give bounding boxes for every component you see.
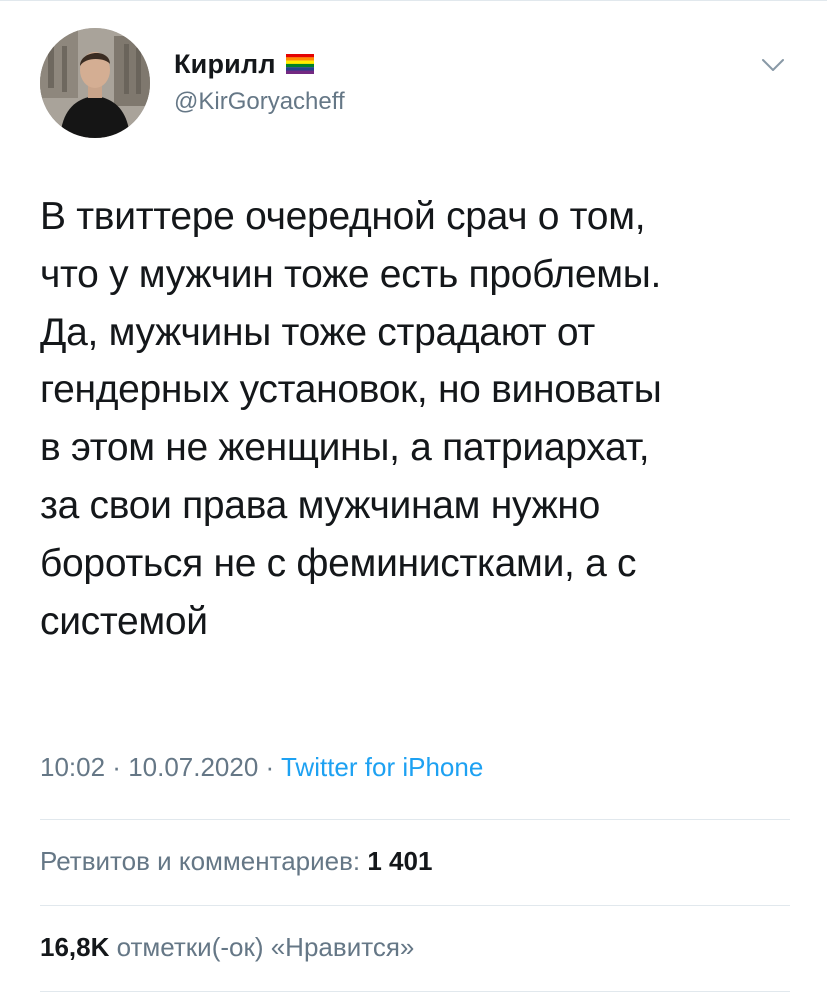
display-name[interactable]: Кирилл (174, 49, 276, 80)
user-handle[interactable]: @KirGoryacheff (174, 88, 345, 116)
avatar-photo-icon (40, 28, 150, 138)
divider (40, 991, 790, 992)
user-info[interactable]: Кирилл @KirGoryacheff (174, 48, 345, 116)
meta-separator: · (105, 752, 129, 782)
likes-count: 16,8K (40, 932, 110, 962)
retweets-count: 1 401 (367, 846, 433, 876)
retweets-label: Ретвитов и комментариев: (40, 846, 368, 876)
tweet-source-link[interactable]: Twitter for iPhone (281, 752, 483, 782)
chevron-down-icon[interactable] (760, 56, 786, 74)
tweet-text: В твиттере очередной срач о том, что у м… (40, 195, 662, 643)
retweets-stat[interactable]: Ретвитов и комментариев: 1 401 (40, 846, 432, 877)
tweet-meta: 10:02 · 10.07.2020 · Twitter for iPhone (40, 752, 483, 783)
top-divider (0, 0, 827, 1)
likes-stat[interactable]: 16,8K отметки(-ок) «Нравится» (40, 932, 414, 963)
avatar[interactable] (40, 28, 150, 138)
divider (40, 819, 790, 820)
meta-separator: · (258, 752, 281, 782)
tweet-time[interactable]: 10:02 (40, 752, 105, 782)
display-name-row: Кирилл (174, 48, 345, 80)
likes-label: отметки(-ок) «Нравится» (109, 932, 415, 962)
divider (40, 905, 790, 906)
tweet-header: Кирилл @KirGoryacheff (40, 28, 790, 140)
rainbow-flag-icon (285, 54, 314, 74)
tweet-date[interactable]: 10.07.2020 (128, 752, 258, 782)
